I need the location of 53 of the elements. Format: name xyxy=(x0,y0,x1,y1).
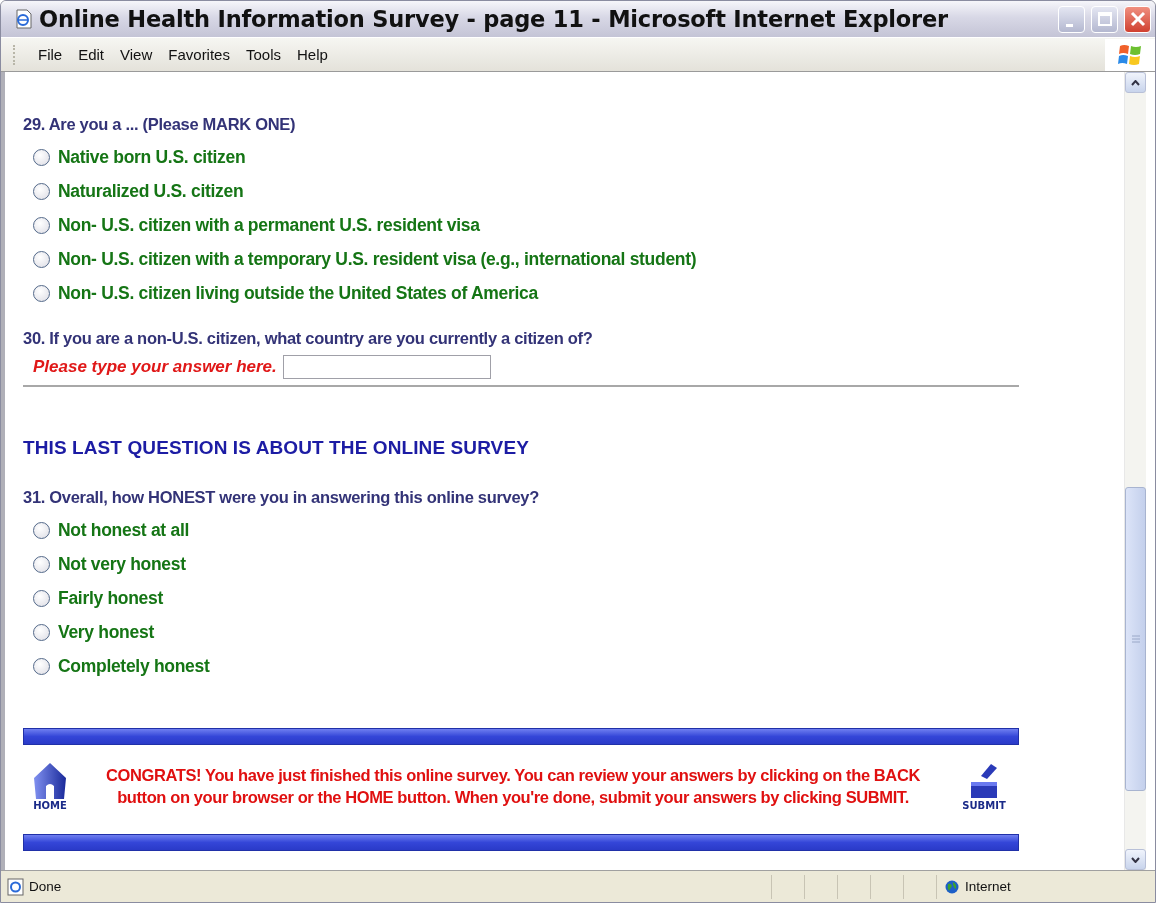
status-text: Done xyxy=(29,879,62,894)
menu-item[interactable]: Favorites xyxy=(160,44,238,65)
question-text: 30. If you are a non-U.S. citizen, what country are you currently a citizen of? xyxy=(23,328,594,349)
radio-button[interactable] xyxy=(33,657,50,675)
question-text: 31. Overall, how HONEST were you in answering this online survey? xyxy=(23,487,540,508)
radio-button[interactable] xyxy=(33,623,50,641)
option-label[interactable]: Naturalized U.S. citizen xyxy=(58,180,244,202)
windows-logo-icon xyxy=(1117,42,1143,67)
close-button[interactable] xyxy=(1124,5,1151,33)
menu-item[interactable]: Help xyxy=(289,44,336,65)
scroll-up-button[interactable] xyxy=(1125,72,1146,93)
option-label[interactable]: Fairly honest xyxy=(58,587,163,609)
menu-item[interactable]: File xyxy=(30,44,71,65)
security-zone: Internet xyxy=(965,879,1011,894)
question-text: 29. Are you a ... (Please MARK ONE) xyxy=(23,114,297,135)
option-label[interactable]: Not honest at all xyxy=(58,519,190,541)
menu-item[interactable]: Tools xyxy=(237,44,289,65)
page-icon xyxy=(7,877,25,896)
congratulations-message: CONGRATS! You have just finished this online survey. You can review your answers by clicking on the BACK button on your browser or the HOME button. When you're done, submit your answers by clicking SUBMIT. xyxy=(105,765,921,808)
radio-button[interactable] xyxy=(33,284,50,302)
option-label[interactable]: Native born U.S. citizen xyxy=(58,146,246,168)
option-label[interactable]: Non- U.S. citizen with a permanent U.S. resident visa xyxy=(58,214,480,236)
page-icon xyxy=(15,9,33,29)
radio-button[interactable] xyxy=(33,216,50,234)
chevron-down-icon xyxy=(1131,856,1140,863)
close-icon xyxy=(1129,11,1146,27)
menu-item[interactable]: View xyxy=(112,44,161,65)
option-label[interactable]: Non- U.S. citizen with a temporary U.S. resident visa (e.g., international student) xyxy=(58,248,697,270)
radio-button[interactable] xyxy=(33,521,50,539)
radio-button[interactable] xyxy=(33,589,50,607)
maximize-icon xyxy=(1097,12,1112,26)
option-label[interactable]: Non- U.S. citizen living outside the United States of America xyxy=(58,282,538,304)
radio-button[interactable] xyxy=(33,148,50,166)
answer-prompt: Please type your answer here. xyxy=(33,357,277,377)
house-icon xyxy=(33,761,67,800)
grip-icon xyxy=(1131,635,1140,643)
option-label[interactable]: Completely honest xyxy=(58,655,210,677)
radio-button[interactable] xyxy=(33,182,50,200)
option-label[interactable]: Very honest xyxy=(58,621,154,643)
window-title: Online Health Information Survey - page 11 - Microsoft Internet Explorer xyxy=(39,6,949,32)
section-heading: THIS LAST QUESTION IS ABOUT THE ONLINE SURVEY xyxy=(23,437,530,459)
scrollbar-thumb[interactable] xyxy=(1125,487,1146,791)
submit-button[interactable]: SUBMIT xyxy=(949,761,1019,811)
globe-icon xyxy=(945,879,959,894)
radio-button[interactable] xyxy=(33,555,50,573)
scroll-down-button[interactable] xyxy=(1125,849,1146,870)
answer-field[interactable] xyxy=(282,355,491,379)
menu-item[interactable]: Edit xyxy=(70,44,113,65)
minimize-icon xyxy=(1066,23,1073,27)
option-label[interactable]: Not very honest xyxy=(58,553,186,575)
home-button[interactable]: HOME xyxy=(23,761,77,811)
radio-button[interactable] xyxy=(33,250,50,268)
chevron-up-icon xyxy=(1131,79,1140,86)
